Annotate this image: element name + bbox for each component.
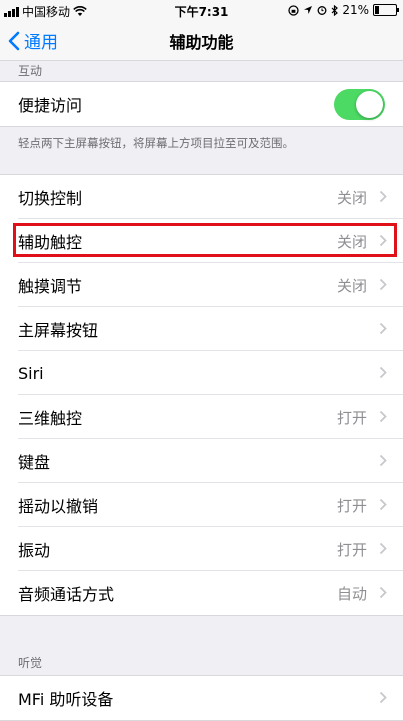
section-footer-interaction: 轻点两下主屏幕按钮，将屏幕上方项目拉至可及范围。 xyxy=(18,136,294,150)
row-label: 摇动以撤销 xyxy=(18,497,99,516)
chevron-right-icon xyxy=(379,278,387,291)
reachability-toggle[interactable] xyxy=(334,89,385,120)
battery-level xyxy=(375,6,379,14)
highlight-box xyxy=(13,223,397,257)
list-item-mfi-hearing-devices[interactable]: MFi 助听设备 xyxy=(0,676,403,720)
group-interaction: 便捷访问 xyxy=(0,81,403,127)
lock-rotation-icon xyxy=(288,4,299,16)
row-value: 关闭 xyxy=(336,276,367,295)
chevron-right-icon xyxy=(379,691,387,704)
chevron-right-icon xyxy=(379,586,387,599)
battery-percent: 21% xyxy=(342,3,369,17)
section-header-hearing: 听觉 xyxy=(18,656,43,670)
row-label: 主屏幕按钮 xyxy=(18,321,99,340)
navigation-bar: 通用 辅助功能 xyxy=(0,20,403,61)
list-item-home-button[interactable]: 主屏幕按钮 xyxy=(0,307,403,351)
alarm-icon xyxy=(317,6,327,15)
chevron-right-icon xyxy=(379,366,387,379)
row-reachability: 便捷访问 xyxy=(0,82,403,126)
toggle-knob xyxy=(356,91,383,118)
row-value: 打开 xyxy=(336,540,367,559)
row-value: 自动 xyxy=(336,584,367,603)
row-label: 三维触控 xyxy=(18,409,83,428)
row-value: 打开 xyxy=(336,496,367,515)
page-title: 辅助功能 xyxy=(169,33,234,52)
chevron-right-icon xyxy=(379,322,387,335)
chevron-right-icon xyxy=(379,410,387,423)
row-value: 打开 xyxy=(336,408,367,427)
list-item-touch-accommodations[interactable]: 触摸调节 关闭 xyxy=(0,263,403,307)
chevron-right-icon xyxy=(379,454,387,467)
row-label: 切换控制 xyxy=(18,189,83,208)
list-item-shake-to-undo[interactable]: 摇动以撤销 打开 xyxy=(0,483,403,527)
list-item-switch-control[interactable]: 切换控制 关闭 xyxy=(0,175,403,219)
bluetooth-icon xyxy=(331,4,339,16)
location-icon xyxy=(304,6,313,14)
status-bar: 中国移动 下午7:31 21% xyxy=(0,0,403,20)
battery-icon xyxy=(373,4,399,16)
status-right: 21% xyxy=(288,3,399,17)
list-item-siri[interactable]: Siri xyxy=(0,351,403,395)
row-label: MFi 助听设备 xyxy=(18,690,114,709)
row-value: 关闭 xyxy=(336,188,367,207)
chevron-right-icon xyxy=(379,542,387,555)
chevron-right-icon xyxy=(379,190,387,203)
list-item-3d-touch[interactable]: 三维触控 打开 xyxy=(0,395,403,439)
list-item-call-audio-routing[interactable]: 音频通话方式 自动 xyxy=(0,571,403,615)
row-label: Siri xyxy=(18,363,44,383)
row-label: 振动 xyxy=(18,541,51,560)
row-label: 触摸调节 xyxy=(18,277,83,296)
row-label: 便捷访问 xyxy=(18,96,83,115)
row-label: 键盘 xyxy=(18,453,51,472)
group-hearing: MFi 助听设备 xyxy=(0,675,403,721)
section-header-interaction: 互动 xyxy=(18,64,43,78)
list-item-vibration[interactable]: 振动 打开 xyxy=(0,527,403,571)
list-item-keyboard[interactable]: 键盘 xyxy=(0,439,403,483)
row-label: 音频通话方式 xyxy=(18,585,115,604)
chevron-right-icon xyxy=(379,498,387,511)
